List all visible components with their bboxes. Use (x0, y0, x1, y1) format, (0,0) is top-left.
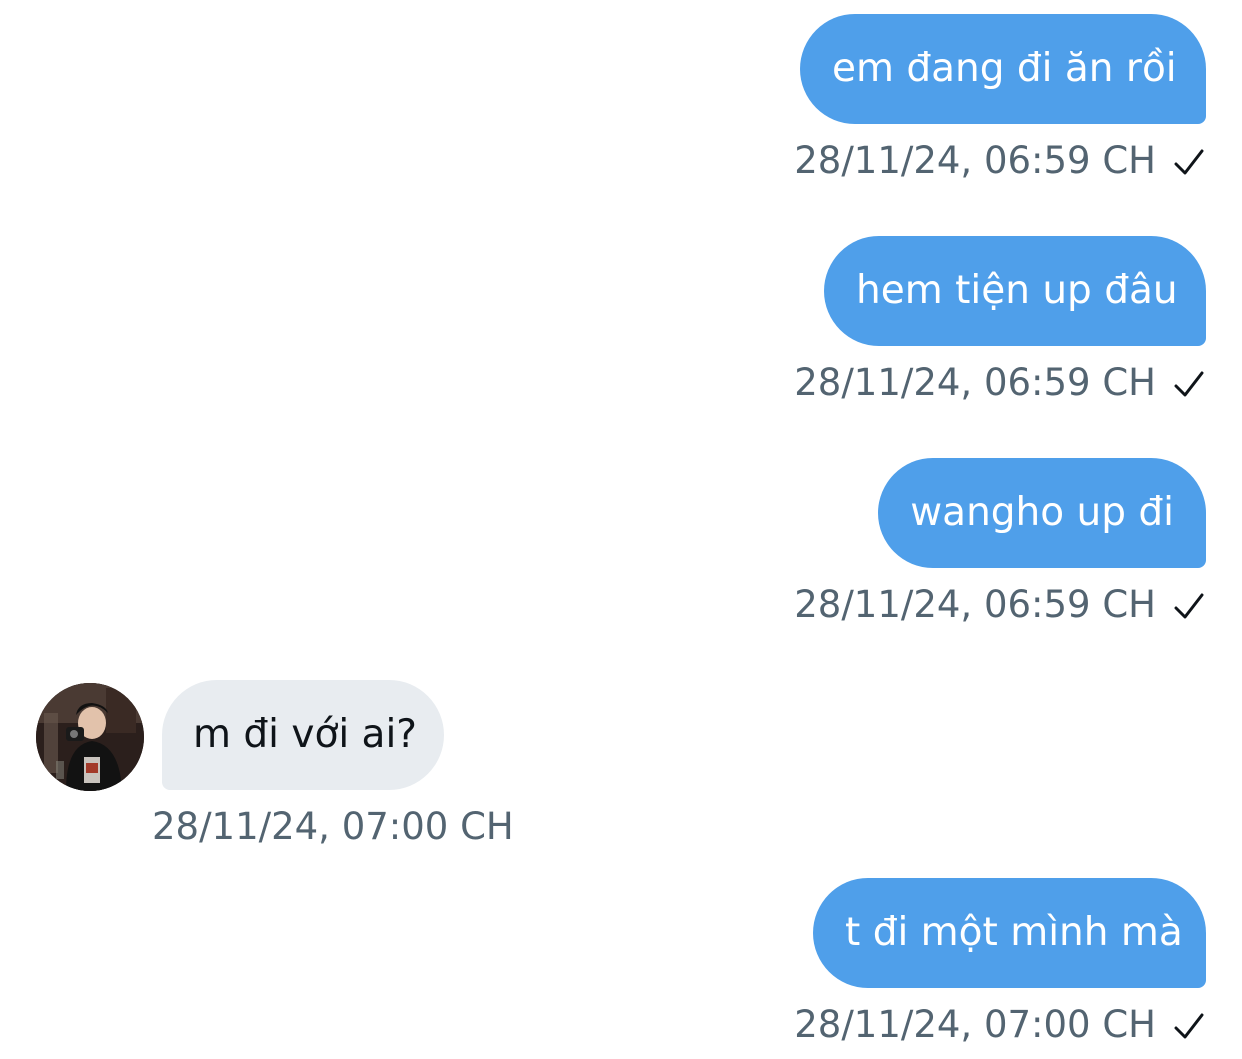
message-timestamp: 28/11/24, 07:00 CH (794, 1003, 1204, 1047)
outgoing-message-bubble[interactable]: t đi một mình mà (813, 878, 1206, 988)
outgoing-message-bubble[interactable]: em đang đi ăn rồi (800, 14, 1206, 124)
incoming-message-bubble[interactable]: m đi với ai? (162, 680, 444, 790)
message-timestamp: 28/11/24, 06:59 CH (794, 361, 1204, 405)
check-icon (1174, 1003, 1204, 1047)
timestamp-text: 28/11/24, 06:59 CH (794, 361, 1156, 404)
timestamp-text: 28/11/24, 06:59 CH (794, 583, 1156, 626)
outgoing-message-bubble[interactable]: hem tiện up đâu (824, 236, 1206, 346)
user-avatar[interactable] (36, 683, 144, 791)
check-icon (1174, 139, 1204, 183)
message-timestamp: 28/11/24, 06:59 CH (794, 139, 1204, 183)
outgoing-message-bubble[interactable]: wangho up đi (878, 458, 1206, 568)
message-timestamp: 28/11/24, 07:00 CH (152, 805, 514, 848)
check-icon (1174, 361, 1204, 405)
timestamp-text: 28/11/24, 06:59 CH (794, 139, 1156, 182)
check-icon (1174, 583, 1204, 627)
timestamp-text: 28/11/24, 07:00 CH (794, 1003, 1156, 1046)
message-timestamp: 28/11/24, 06:59 CH (794, 583, 1204, 627)
message-thread: em đang đi ăn rồi 28/11/24, 06:59 CH hem… (0, 0, 1242, 1059)
